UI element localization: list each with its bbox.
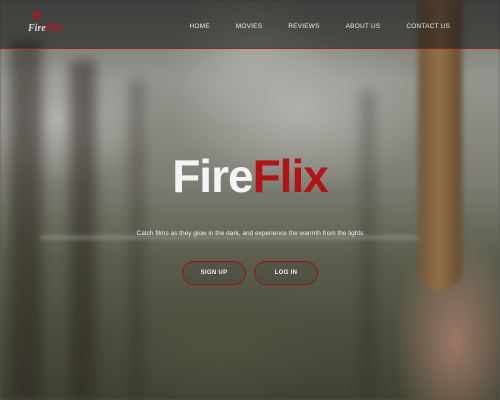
sign-up-button[interactable]: SIGN UP [182, 261, 246, 285]
star-icon: ★ [30, 7, 44, 24]
log-in-button[interactable]: LOG IN [254, 261, 318, 285]
nav-link-about-us[interactable]: ABOUT US [346, 23, 381, 30]
hero-tagline: Catch films as they glow in the dark, an… [136, 230, 364, 237]
top-navbar: ★ FireFlix HOME MOVIES REVIEWS ABOUT US … [0, 0, 500, 49]
logo-text: FireFlix [28, 23, 64, 34]
nav-link-home[interactable]: HOME [189, 23, 209, 30]
nav-link-movies[interactable]: MOVIES [236, 23, 262, 30]
nav-link-contact-us[interactable]: CONTACT US [406, 23, 450, 30]
brand-logo[interactable]: ★ FireFlix [28, 8, 68, 40]
nav-link-reviews[interactable]: REVIEWS [288, 23, 319, 30]
nav-menu: HOME MOVIES REVIEWS ABOUT US CONTACT US [189, 0, 450, 48]
hero-title-flix: Flix [252, 150, 329, 202]
hero-title: FireFlix [0, 153, 500, 199]
landing-page: ★ FireFlix HOME MOVIES REVIEWS ABOUT US … [0, 0, 500, 400]
hero-title-fire: Fire [172, 150, 253, 202]
